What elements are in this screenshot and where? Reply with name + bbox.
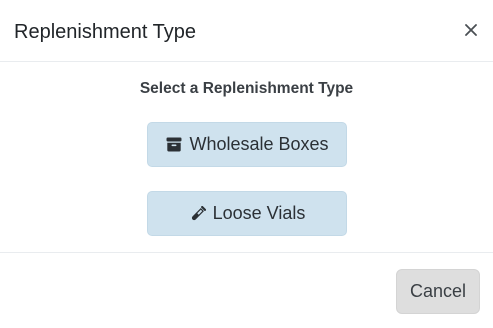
loose-vials-button[interactable]: Loose Vials	[147, 191, 347, 236]
loose-vials-label: Loose Vials	[212, 203, 306, 223]
wholesale-boxes-label: Wholesale Boxes	[189, 134, 329, 154]
vial-icon	[189, 205, 207, 223]
box-icon	[165, 136, 183, 154]
modal-header: Replenishment Type	[0, 0, 493, 62]
close-icon	[465, 23, 477, 39]
wholesale-boxes-button[interactable]: Wholesale Boxes	[147, 122, 347, 167]
modal-body: Select a Replenishment Type Wholesale Bo…	[0, 62, 493, 252]
cancel-button[interactable]: Cancel	[396, 269, 480, 314]
replenishment-type-modal: Replenishment Type Select a Replenishmen…	[0, 0, 493, 328]
modal-footer: Cancel	[0, 252, 493, 328]
close-button[interactable]	[459, 17, 483, 45]
modal-title: Replenishment Type	[14, 21, 196, 43]
select-type-prompt: Select a Replenishment Type	[139, 80, 354, 97]
